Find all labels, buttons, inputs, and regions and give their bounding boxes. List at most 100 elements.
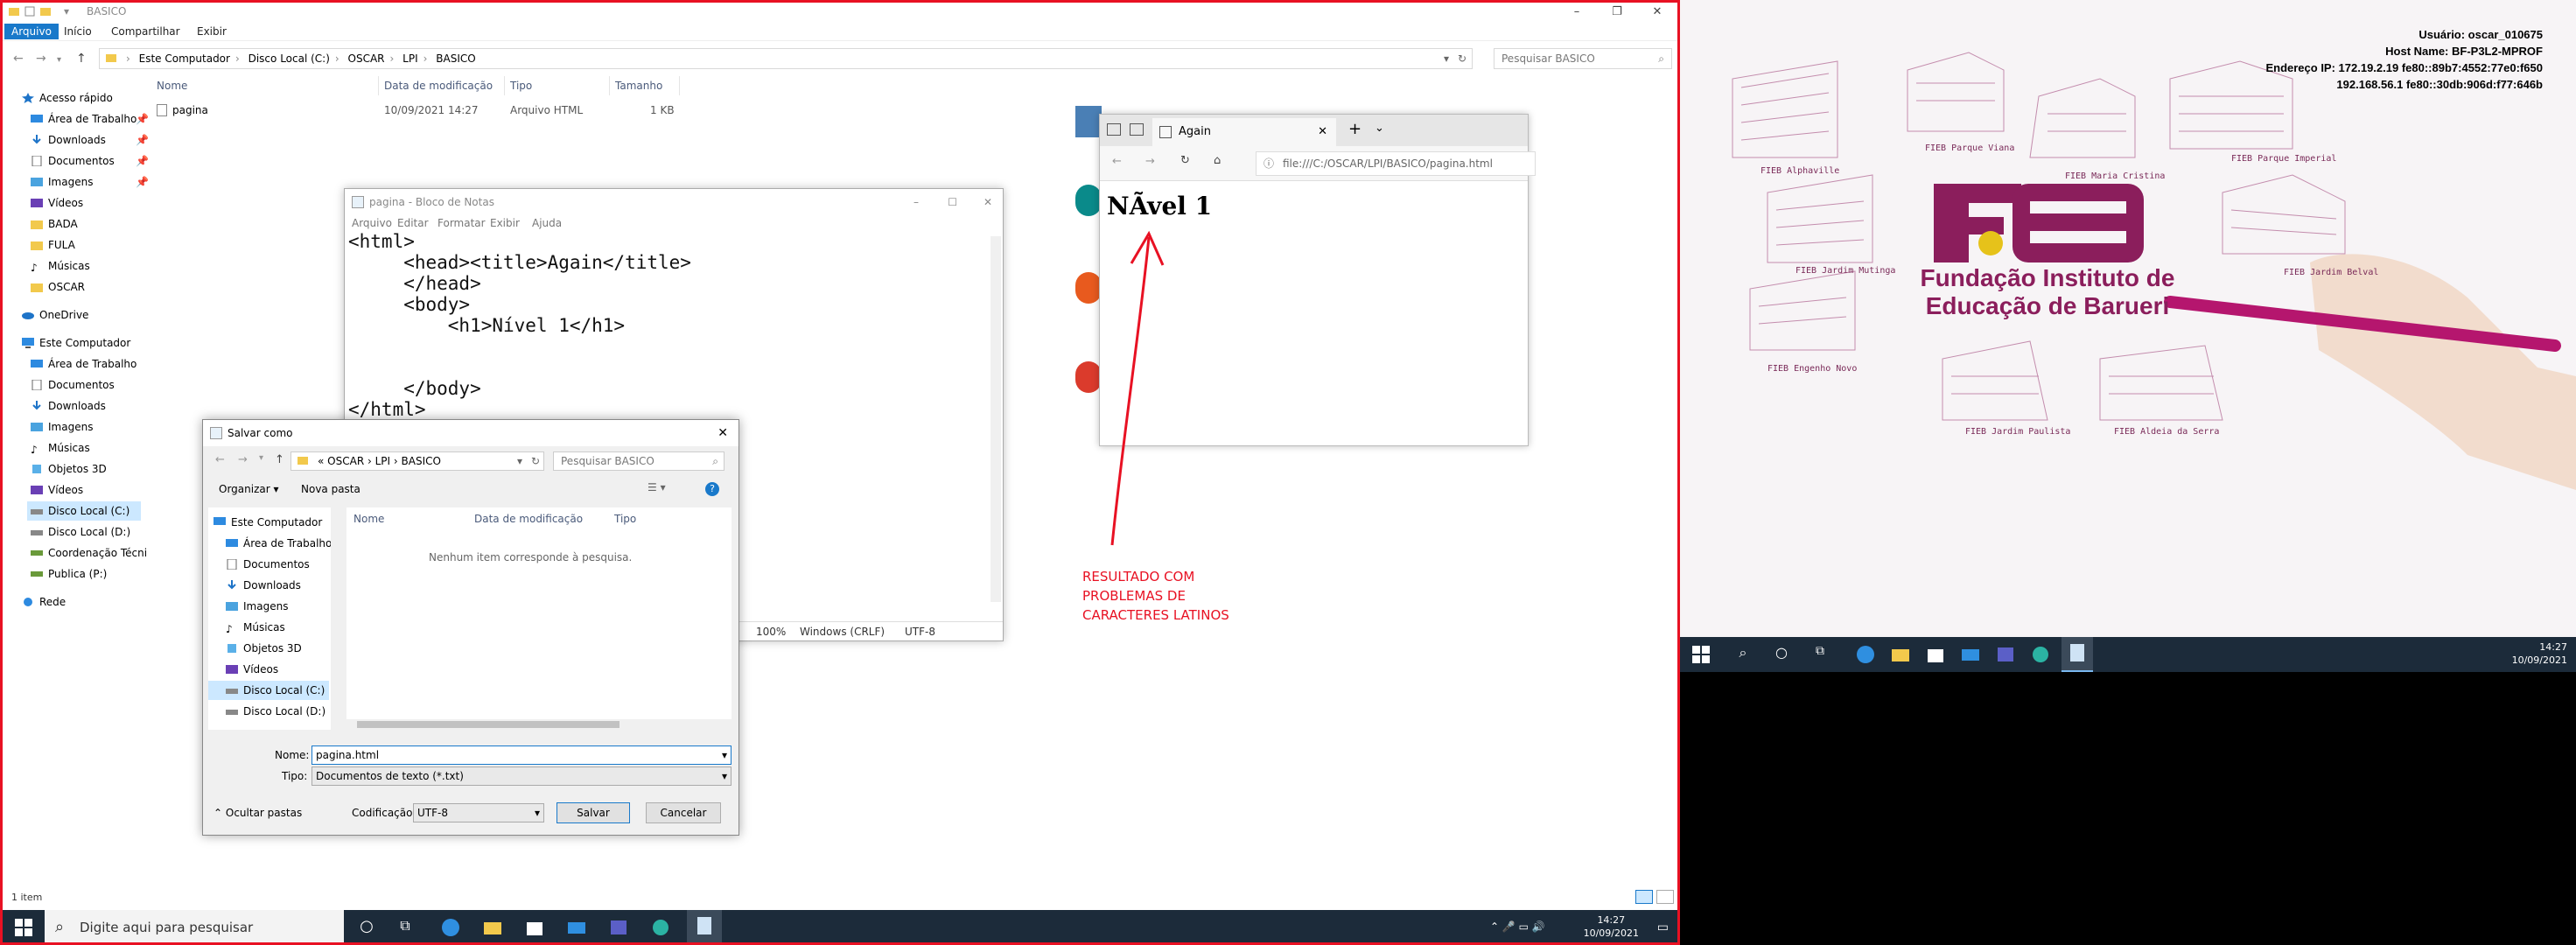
tray-icons[interactable]: ⌃ 🎤 ▭ 🔊: [1490, 920, 1545, 933]
chevron-down-icon[interactable]: ⌄: [1375, 122, 1384, 135]
windows-start-icon[interactable]: [13, 917, 34, 938]
nav-publica[interactable]: Publica (P:): [31, 564, 107, 584]
nav-oscar[interactable]: OSCAR: [31, 277, 85, 297]
nav-area-de-trabalho[interactable]: Área de Trabalho 📌: [31, 109, 149, 129]
breadcrumb-oscar[interactable]: OSCAR: [327, 455, 364, 467]
nav-imagens-2[interactable]: Imagens: [31, 417, 93, 437]
edge-icon[interactable]: [1855, 644, 1876, 665]
tree-disco-local-d[interactable]: Disco Local (D:): [226, 702, 326, 721]
taskbar-clock[interactable]: 14:27 10/09/2021: [1584, 914, 1639, 940]
minimize-button[interactable]: –: [1557, 3, 1597, 22]
menu-editar[interactable]: Editar: [397, 217, 429, 229]
store-icon[interactable]: [524, 917, 545, 938]
menu-arquivo[interactable]: Arquivo: [352, 217, 392, 229]
nav-musicas-2[interactable]: ♪ Músicas: [31, 438, 90, 458]
breadcrumb-basico[interactable]: BASICO: [436, 52, 475, 65]
tab-inicio[interactable]: Início: [57, 24, 99, 39]
refresh-icon[interactable]: ↻: [1458, 49, 1466, 68]
nav-fula[interactable]: FULA: [31, 235, 75, 255]
search-icon[interactable]: ⌕: [1732, 644, 1754, 665]
cortana-icon[interactable]: ○: [1771, 644, 1792, 665]
notepad-taskbar-icon[interactable]: [687, 910, 722, 942]
dialog-search-input[interactable]: Pesquisar BASICO ⌕: [553, 452, 724, 471]
breadcrumb-disco-local[interactable]: Disco Local (C:): [248, 52, 330, 65]
breadcrumb-more[interactable]: «: [318, 455, 324, 467]
forward-icon[interactable]: →: [36, 52, 46, 66]
nav-objetos-3d[interactable]: Objetos 3D: [31, 459, 107, 479]
menu-exibir[interactable]: Exibir: [490, 217, 520, 229]
view-options-icon[interactable]: ☰ ▾: [648, 481, 666, 494]
back-icon[interactable]: ←: [13, 52, 24, 66]
forward-icon[interactable]: →: [1145, 155, 1155, 168]
tab-exibir[interactable]: Exibir: [190, 24, 234, 39]
breadcrumb-este-computador[interactable]: Este Computador: [139, 52, 230, 65]
refresh-icon[interactable]: ↻: [531, 452, 540, 470]
app-icon[interactable]: [650, 917, 671, 938]
tree-este-computador[interactable]: Este Computador: [214, 513, 322, 532]
nav-rede[interactable]: Rede: [22, 592, 66, 612]
nav-downloads-2[interactable]: Downloads: [31, 396, 106, 416]
chevron-down-icon[interactable]: ▾: [535, 804, 540, 822]
nav-documentos[interactable]: Documentos 📌: [31, 151, 149, 171]
column-tipo[interactable]: Tipo: [505, 76, 610, 95]
organize-button[interactable]: Organizar ▾: [219, 483, 279, 495]
chevron-down-icon[interactable]: ▾: [722, 767, 727, 785]
column-nome[interactable]: Nome: [151, 76, 379, 95]
close-button[interactable]: ✕: [718, 420, 728, 446]
recent-chevron-icon[interactable]: ▾: [57, 55, 61, 65]
refresh-icon[interactable]: ↻: [1180, 154, 1190, 167]
large-icons-view-icon[interactable]: [1656, 890, 1674, 904]
breadcrumb-oscar[interactable]: OSCAR: [348, 52, 385, 65]
notepad-taskbar-icon[interactable]: [2062, 637, 2093, 672]
help-icon[interactable]: ?: [705, 482, 719, 496]
nav-videos[interactable]: Vídeos: [31, 193, 83, 213]
nav-disco-local-c[interactable]: Disco Local (C:): [27, 501, 141, 521]
properties-icon[interactable]: [24, 5, 36, 18]
new-folder-icon[interactable]: [39, 5, 52, 18]
nav-downloads[interactable]: Downloads 📌: [31, 130, 149, 150]
minimize-button[interactable]: –: [914, 189, 919, 215]
teams-icon[interactable]: [608, 917, 629, 938]
close-button[interactable]: ✕: [984, 189, 992, 215]
secondary-clock[interactable]: 14:27 10/09/2021: [2512, 640, 2567, 667]
tree-documentos[interactable]: Documentos: [226, 555, 310, 574]
back-icon[interactable]: ←: [215, 453, 225, 466]
task-view-icon[interactable]: ⧉: [395, 917, 416, 938]
close-button[interactable]: ✕: [1637, 3, 1677, 22]
cancel-button[interactable]: Cancelar: [646, 802, 721, 823]
chevron-down-icon[interactable]: ▾: [64, 5, 76, 18]
search-input[interactable]: Pesquisar BASICO ⌕: [1494, 48, 1672, 69]
column-nome[interactable]: Nome: [354, 513, 384, 525]
mail-icon[interactable]: [566, 917, 587, 938]
file-explorer-icon[interactable]: [1890, 644, 1911, 665]
tree-scrollbar[interactable]: [331, 508, 340, 730]
horizontal-scrollbar[interactable]: [346, 719, 732, 730]
save-button[interactable]: Salvar: [556, 802, 630, 823]
tree-videos[interactable]: Vídeos: [226, 660, 278, 679]
windows-start-icon[interactable]: [1690, 644, 1712, 665]
menu-ajuda[interactable]: Ajuda: [532, 217, 562, 229]
forward-icon[interactable]: →: [238, 453, 248, 466]
filetype-select[interactable]: Documentos de texto (*.txt) ▾: [312, 766, 732, 786]
menu-formatar[interactable]: Formatar: [438, 217, 486, 229]
home-icon[interactable]: ⌂: [1214, 154, 1221, 167]
notifications-icon[interactable]: ▭: [1657, 920, 1669, 934]
column-tamanho[interactable]: Tamanho: [610, 76, 680, 95]
vertical-scrollbar[interactable]: [990, 236, 1001, 602]
nav-documentos-2[interactable]: Documentos: [31, 375, 115, 395]
nav-videos-2[interactable]: Vídeos: [31, 480, 83, 500]
tree-disco-local-c[interactable]: Disco Local (C:): [208, 681, 329, 700]
hide-folders-button[interactable]: ⌃ Ocultar pastas: [214, 807, 302, 819]
tab-arquivo[interactable]: Arquivo: [4, 24, 59, 39]
breadcrumb-lpi[interactable]: LPI: [402, 52, 417, 65]
breadcrumb-basico[interactable]: BASICO: [402, 455, 441, 467]
chevron-down-icon[interactable]: ▾: [259, 453, 263, 463]
nav-area-de-trabalho-2[interactable]: Área de Trabalho: [31, 354, 136, 374]
filename-input[interactable]: pagina.html ▾: [312, 746, 732, 765]
chevron-down-icon[interactable]: ▾: [1444, 49, 1449, 68]
nav-disco-local-d[interactable]: Disco Local (D:): [31, 522, 130, 542]
tree-objetos-3d[interactable]: Objetos 3D: [226, 639, 302, 658]
details-view-icon[interactable]: [1635, 890, 1653, 904]
chevron-down-icon[interactable]: ▾: [722, 746, 727, 764]
up-icon[interactable]: ↑: [275, 453, 284, 466]
